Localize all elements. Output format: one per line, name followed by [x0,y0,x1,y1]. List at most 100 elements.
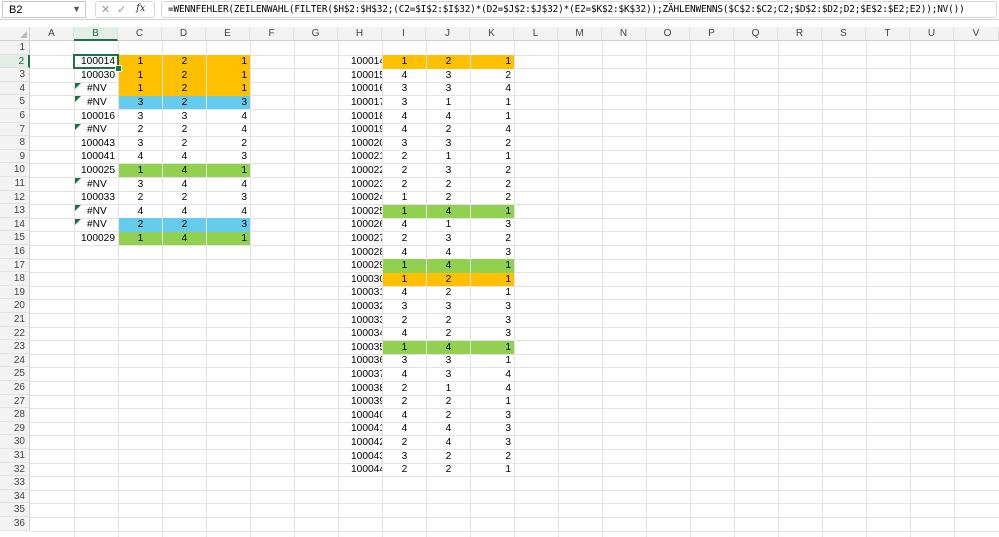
table-cell[interactable]: 100026 [339,218,382,232]
table-cell[interactable]: #NV [75,178,118,192]
table-cell[interactable]: 3 [471,314,514,328]
row-header-12[interactable]: 12 [0,190,30,205]
table-cell[interactable]: 1 [383,340,426,355]
table-cell[interactable]: 4 [383,218,426,232]
table-cell[interactable]: 3 [427,164,470,178]
table-cell[interactable]: 1 [471,96,514,110]
table-cell[interactable]: 2 [471,450,514,464]
table-cell[interactable]: 100019 [339,123,382,137]
column-header-d[interactable]: D [162,27,206,41]
table-cell[interactable]: 3 [119,137,162,151]
table-cell[interactable]: 4 [207,110,250,124]
column-header-j[interactable]: J [426,27,470,41]
table-cell[interactable]: 3 [427,82,470,96]
row-header-33[interactable]: 33 [0,476,30,490]
table-cell[interactable]: 4 [163,163,206,178]
row-header-23[interactable]: 23 [0,340,30,354]
table-cell[interactable]: 3 [471,422,514,436]
table-cell[interactable]: 1 [471,110,514,124]
column-header-m[interactable]: M [558,27,602,41]
row-header-24[interactable]: 24 [0,353,30,368]
table-cell[interactable]: 2 [427,463,470,477]
table-cell[interactable]: 4 [427,340,470,355]
table-cell[interactable]: 1 [471,354,514,368]
table-cell[interactable]: 3 [207,218,250,232]
row-header-5[interactable]: 5 [0,95,30,109]
table-cell[interactable]: 4 [383,368,426,382]
table-cell[interactable]: 1 [427,96,470,110]
table-cell[interactable]: 1 [471,259,514,273]
row-header-18[interactable]: 18 [0,272,30,286]
row-header-22[interactable]: 22 [0,326,30,341]
table-cell[interactable]: 3 [427,232,470,246]
table-cell[interactable]: 100030 [339,273,382,287]
table-cell[interactable]: #NV [75,205,118,219]
table-cell[interactable]: 4 [427,110,470,124]
table-cell[interactable]: 3 [383,354,426,368]
insert-function-icon[interactable]: fx [136,3,145,14]
table-cell[interactable]: 1 [207,68,250,83]
row-header-9[interactable]: 9 [0,149,30,164]
table-cell[interactable]: 2 [207,137,250,151]
table-cell[interactable]: 4 [427,422,470,436]
row-header-8[interactable]: 8 [0,136,30,150]
table-cell[interactable]: 1 [119,82,162,96]
table-cell[interactable]: 4 [383,123,426,137]
table-cell[interactable]: 4 [163,178,206,192]
table-cell[interactable]: 100016 [75,110,118,124]
table-cell[interactable]: 100040 [339,409,382,423]
row-header-34[interactable]: 34 [0,489,30,504]
table-cell[interactable]: 2 [471,69,514,83]
row-header-29[interactable]: 29 [0,421,30,436]
table-cell[interactable]: 3 [383,96,426,110]
table-cell[interactable]: 100042 [339,436,382,450]
table-cell[interactable]: 100041 [339,422,382,436]
table-cell[interactable]: 3 [119,95,162,110]
table-cell[interactable]: 2 [163,55,206,69]
table-cell[interactable]: 100015 [339,69,382,83]
table-cell[interactable]: 100022 [339,164,382,178]
table-cell[interactable]: 1 [119,68,162,83]
row-header-36[interactable]: 36 [0,517,30,531]
table-cell[interactable]: 2 [383,436,426,450]
table-cell[interactable]: 2 [383,232,426,246]
table-cell[interactable]: 4 [383,246,426,260]
table-cell[interactable]: 1 [471,395,514,409]
select-all-corner[interactable] [0,27,30,41]
table-cell[interactable]: 4 [383,409,426,423]
table-cell[interactable]: 2 [471,191,514,205]
table-cell[interactable]: 100044 [339,463,382,477]
table-cell[interactable]: 2 [163,95,206,110]
table-cell[interactable]: 2 [163,218,206,232]
column-header-n[interactable]: N [602,27,646,41]
table-cell[interactable]: 4 [383,327,426,341]
table-cell[interactable]: 3 [383,137,426,151]
table-cell[interactable]: 100029 [75,232,118,246]
row-header-30[interactable]: 30 [0,435,30,449]
table-cell[interactable]: 2 [119,123,162,137]
table-cell[interactable]: 2 [471,232,514,246]
table-cell[interactable]: 4 [383,69,426,83]
close-icon[interactable]: ✕ [101,3,110,16]
table-cell[interactable]: 4 [163,231,206,246]
row-header-17[interactable]: 17 [0,258,30,273]
table-cell[interactable]: 4 [207,123,250,137]
table-cell[interactable]: 1 [471,286,514,300]
table-cell[interactable]: 3 [207,95,250,110]
column-header-s[interactable]: S [822,27,866,41]
table-cell[interactable]: 3 [427,137,470,151]
column-header-q[interactable]: Q [734,27,778,41]
table-cell[interactable]: 3 [427,69,470,83]
table-cell[interactable]: 2 [427,314,470,328]
table-cell[interactable]: 2 [383,314,426,328]
table-cell[interactable]: 2 [163,68,206,83]
table-cell[interactable]: 1 [119,55,162,69]
table-cell[interactable]: 100029 [339,259,382,273]
table-cell[interactable]: 3 [471,327,514,341]
table-cell[interactable]: 3 [427,368,470,382]
table-cell[interactable]: 2 [427,191,470,205]
table-cell[interactable]: 2 [427,178,470,192]
row-header-10[interactable]: 10 [0,163,30,177]
table-cell[interactable]: 2 [163,123,206,137]
table-cell[interactable]: 4 [427,436,470,450]
